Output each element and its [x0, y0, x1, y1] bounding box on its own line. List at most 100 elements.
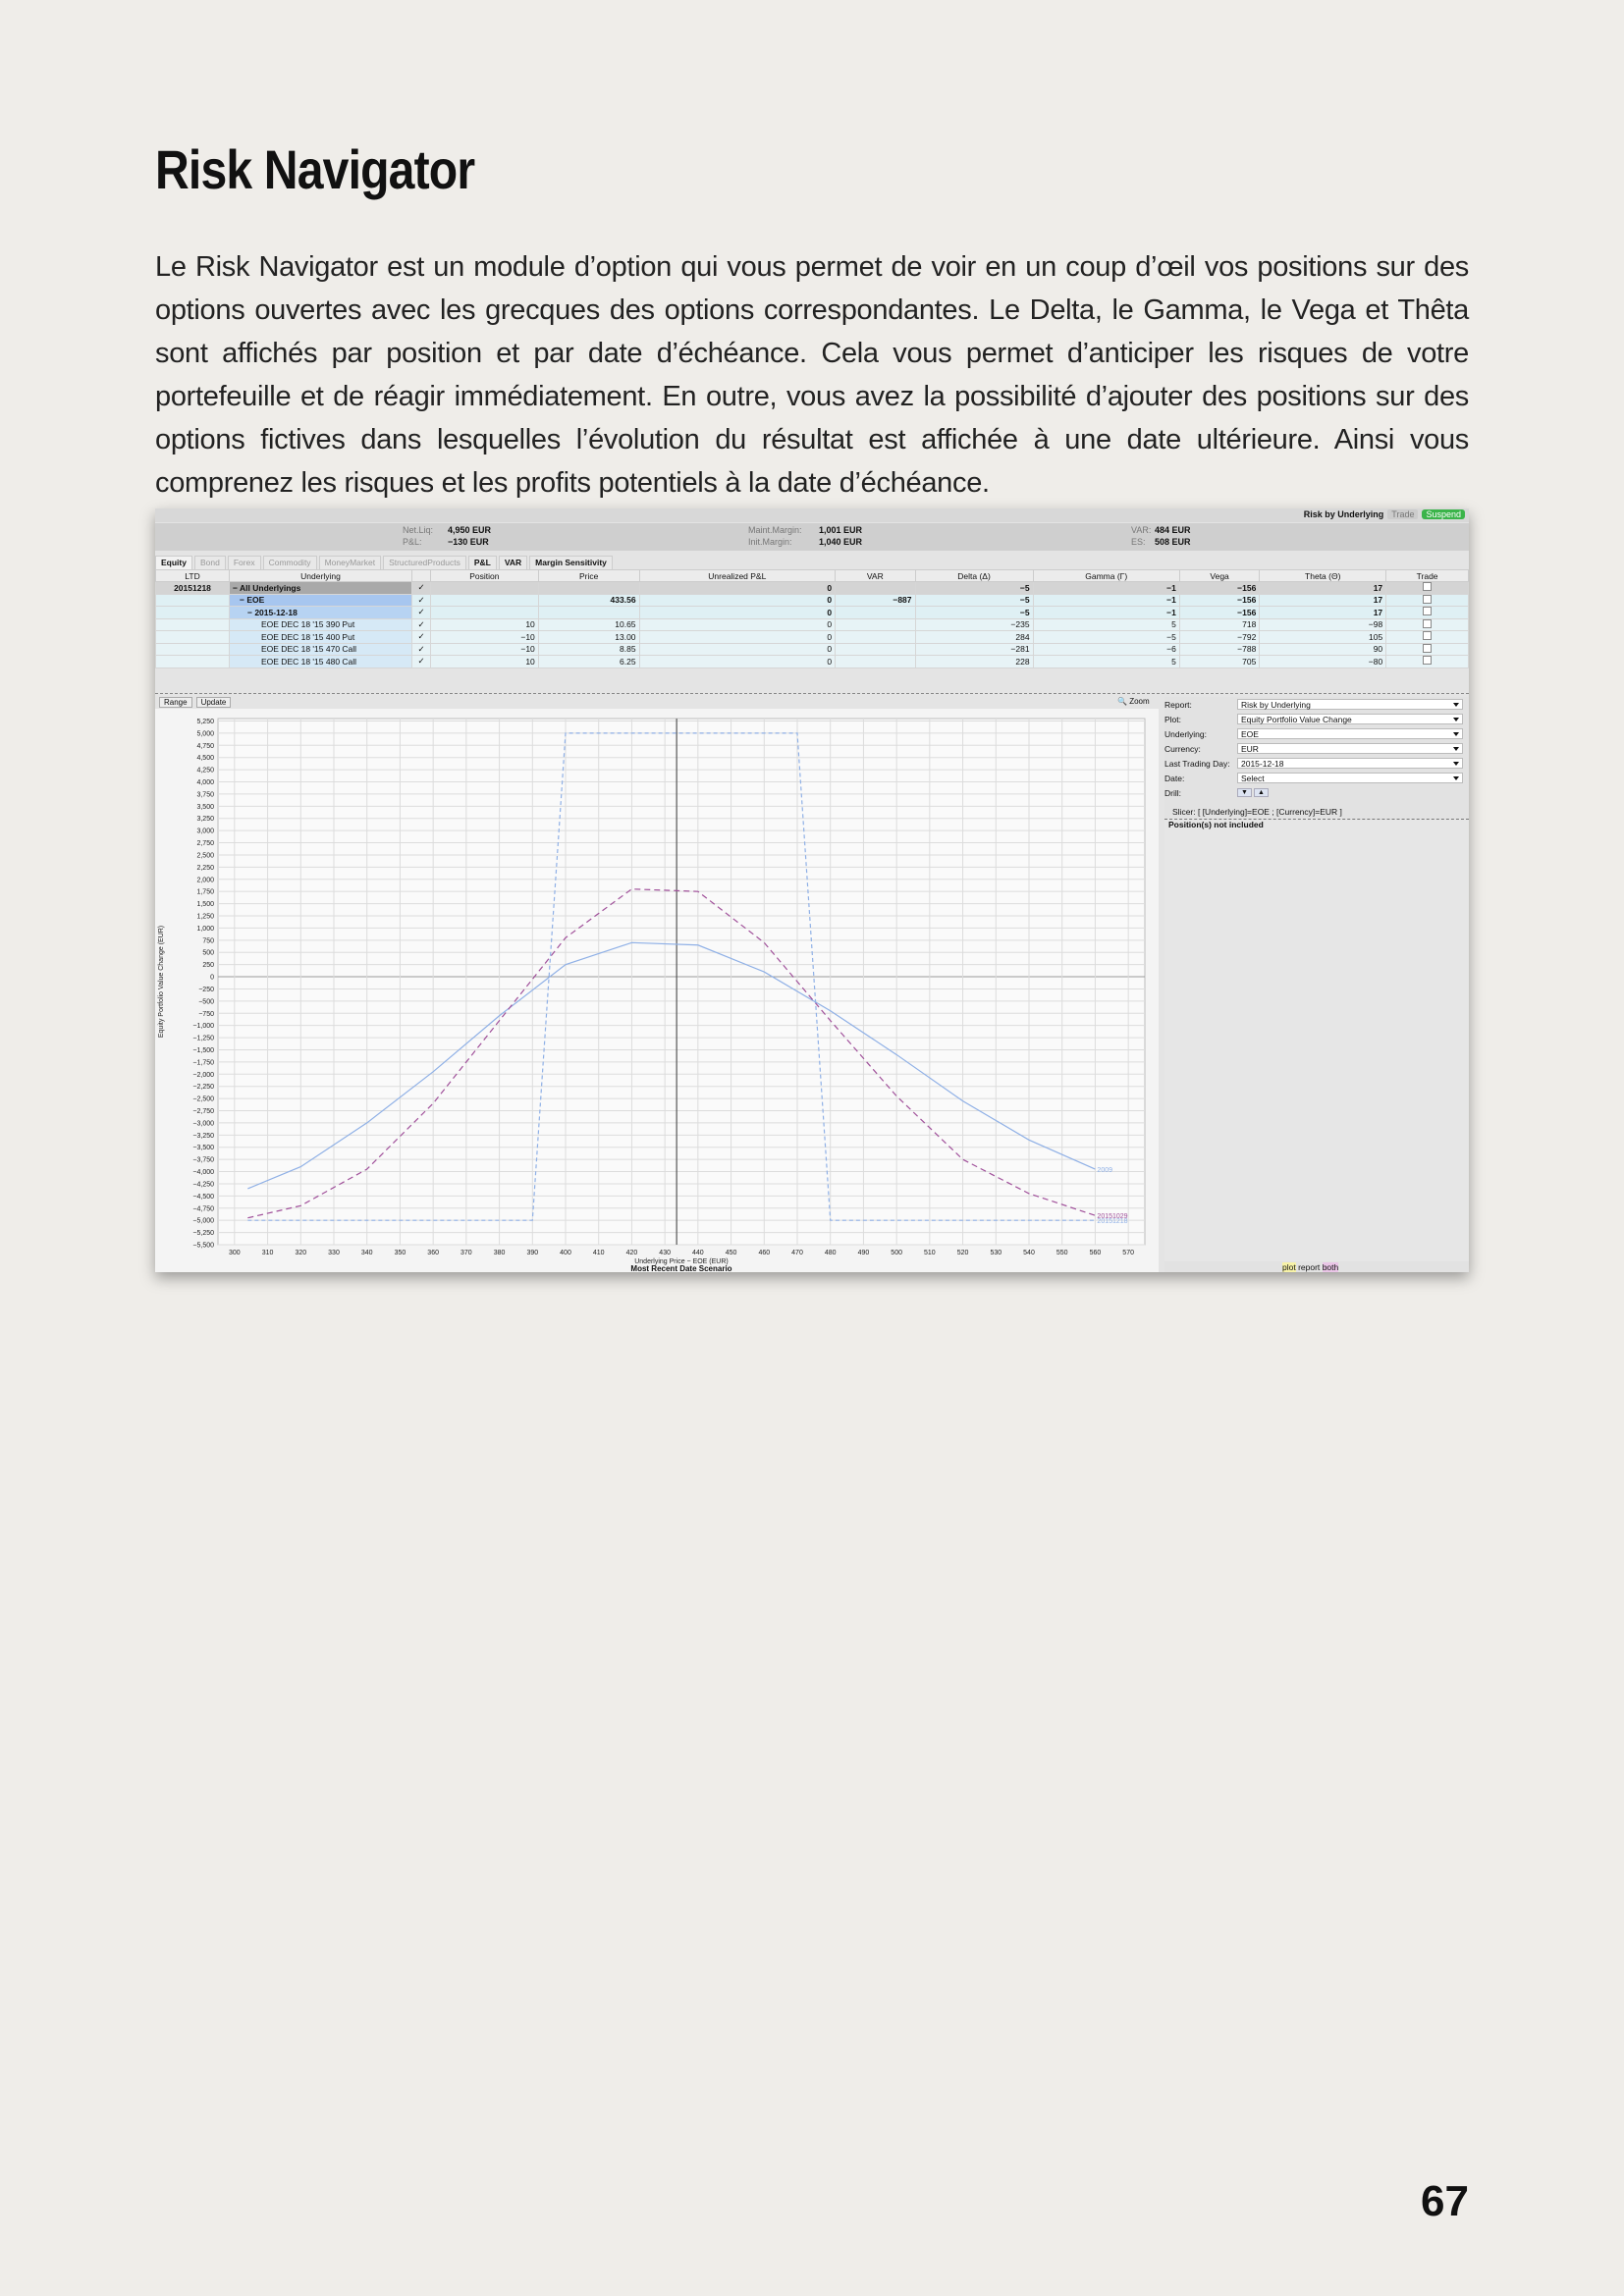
table-row[interactable]: 20151218− All Underlyings ✓ 0 −5 −1 −156 17: [155, 581, 1469, 595]
tab-bond[interactable]: Bond: [193, 556, 226, 569]
col-underlying[interactable]: Underlying: [229, 569, 412, 582]
underlying-select[interactable]: EOE: [1237, 728, 1463, 739]
trade-checkbox[interactable]: [1423, 643, 1433, 653]
splitter[interactable]: [155, 693, 1469, 694]
y-tick-label: −3,250: [192, 1133, 214, 1140]
table-row[interactable]: EOE DEC 18 '15 400 Put ✓ −10 13.00 0 284 −5 −79…: [155, 630, 1469, 644]
y-tick-label: 5,250: [196, 719, 214, 725]
col-vega[interactable]: Vega: [1178, 569, 1261, 582]
suspend-button[interactable]: Suspend: [1422, 509, 1465, 519]
x-tick-label: 570: [1122, 1250, 1134, 1256]
cell-position: 10: [430, 617, 539, 631]
cell-position: −10: [430, 642, 539, 656]
tab-moneymarket[interactable]: MoneyMarket: [318, 556, 382, 569]
x-tick-label: 350: [395, 1250, 406, 1256]
cell-var: [835, 617, 916, 631]
trade-button[interactable]: Trade: [1387, 509, 1419, 519]
col-delta[interactable]: Delta (Δ): [914, 569, 1034, 582]
col-price[interactable]: Price: [537, 569, 640, 582]
tab-var[interactable]: VAR: [498, 556, 528, 569]
col-unrealized-pnl[interactable]: Unrealized P&L: [638, 569, 837, 582]
col-ltd[interactable]: LTD: [155, 569, 230, 582]
trade-cell: [1385, 617, 1469, 631]
x-tick-label: 490: [858, 1250, 870, 1256]
slicer-text: Slicer: [ [Underlying]=EOE ; [Currency]=…: [1172, 807, 1342, 817]
x-tick-label: 530: [990, 1250, 1001, 1256]
col-gamma[interactable]: Gamma (Γ): [1032, 569, 1180, 582]
y-tick-label: 4,500: [196, 755, 214, 762]
x-tick-label: 550: [1056, 1250, 1068, 1256]
y-tick-label: 4,250: [196, 768, 214, 774]
x-tick-label: 500: [891, 1250, 902, 1256]
trade-checkbox[interactable]: [1423, 607, 1433, 616]
trade-checkbox[interactable]: [1423, 656, 1433, 666]
y-tick-label: −1,750: [192, 1059, 214, 1066]
x-tick-label: 440: [692, 1250, 704, 1256]
x-tick-label: 390: [526, 1250, 538, 1256]
tab-forex[interactable]: Forex: [227, 556, 261, 569]
cell-position: 10: [430, 655, 539, 668]
cell-price: 10.65: [537, 617, 640, 631]
cell-upnl: 0: [638, 581, 837, 595]
net-liq-value: 4,950 EUR: [448, 525, 492, 535]
currency-label: Currency:: [1164, 744, 1201, 754]
currency-row: Currency: EUR: [1164, 743, 1469, 755]
report-label: Report:: [1164, 700, 1192, 710]
tab-equity[interactable]: Equity: [155, 556, 192, 569]
drill-down-icon[interactable]: ▼: [1237, 788, 1252, 797]
date-select[interactable]: Select: [1237, 773, 1463, 783]
tab-commodity[interactable]: Commodity: [262, 556, 317, 569]
zoom-button[interactable]: 🔍 Zoom: [1117, 697, 1150, 706]
drill-label: Drill:: [1164, 788, 1181, 798]
report-select[interactable]: Risk by Underlying: [1237, 699, 1463, 710]
toggle-plot[interactable]: plot: [1282, 1262, 1296, 1272]
x-tick-label: 320: [295, 1250, 306, 1256]
trade-checkbox[interactable]: [1423, 594, 1433, 604]
cell-delta: −281: [914, 642, 1034, 656]
drill-row: Drill: ▼ ▲: [1164, 787, 1469, 799]
cell-price: [537, 606, 640, 619]
trade-cell: [1385, 606, 1469, 619]
range-dropdown[interactable]: Range: [159, 697, 192, 708]
table-row[interactable]: EOE DEC 18 '15 470 Call ✓ −10 8.85 0 −281 −6 −7…: [155, 642, 1469, 656]
y-tick-label: 1,250: [196, 914, 214, 921]
plot-select[interactable]: Equity Portfolio Value Change: [1237, 714, 1463, 724]
maint-margin-label: Maint.Margin:: [748, 525, 802, 535]
cell-vega: −156: [1178, 581, 1261, 595]
x-tick-label: 370: [460, 1250, 472, 1256]
cell-upnl: 0: [638, 593, 837, 607]
tab-pnl[interactable]: P&L: [467, 556, 497, 569]
table-row[interactable]: EOE DEC 18 '15 390 Put ✓ 10 10.65 0 −235 5 718−…: [155, 617, 1469, 631]
y-tick-label: 1,500: [196, 901, 214, 908]
y-tick-label: 3,250: [196, 816, 214, 823]
y-tick-label: −500: [198, 998, 214, 1005]
table-row[interactable]: EOE DEC 18 '15 480 Call ✓ 10 6.25 0 228 5 705 −8…: [155, 655, 1469, 668]
col-trade[interactable]: Trade: [1385, 569, 1469, 582]
cell-ltd: [155, 593, 230, 607]
drill-up-icon[interactable]: ▲: [1253, 788, 1269, 797]
cell-delta: 284: [914, 630, 1034, 644]
cell-ltd: [155, 655, 230, 668]
currency-select[interactable]: EUR: [1237, 743, 1463, 754]
trade-checkbox[interactable]: [1423, 618, 1433, 628]
cell-theta: 17: [1259, 593, 1387, 607]
col-var[interactable]: VAR: [835, 569, 916, 582]
ltd-select[interactable]: 2015-12-18: [1237, 758, 1463, 769]
tab-margin-sensitivity[interactable]: Margin Sensitivity: [529, 556, 613, 569]
col-position[interactable]: Position: [430, 569, 539, 582]
update-button[interactable]: Update: [195, 697, 232, 708]
cell-upnl: 0: [638, 617, 837, 631]
table-row[interactable]: − EOE ✓ 433.56 0 −887 −5 −1 −156 17: [155, 593, 1469, 607]
y-tick-label: −2,750: [192, 1108, 214, 1115]
cell-upnl: 0: [638, 606, 837, 619]
y-tick-label: −1,000: [192, 1023, 214, 1030]
tab-structuredproducts[interactable]: StructuredProducts: [383, 556, 466, 569]
col-theta[interactable]: Theta (Θ): [1259, 569, 1387, 582]
trade-checkbox[interactable]: [1423, 631, 1433, 641]
table-row[interactable]: − 2015-12-18 ✓ 0 −5 −1 −156 17: [155, 606, 1469, 619]
date-label: Date:: [1164, 774, 1185, 783]
trade-checkbox[interactable]: [1423, 582, 1433, 592]
toggle-both[interactable]: both: [1322, 1262, 1339, 1272]
toggle-report[interactable]: report: [1298, 1262, 1320, 1272]
excluded-positions-title: Position(s) not included: [1168, 820, 1264, 829]
